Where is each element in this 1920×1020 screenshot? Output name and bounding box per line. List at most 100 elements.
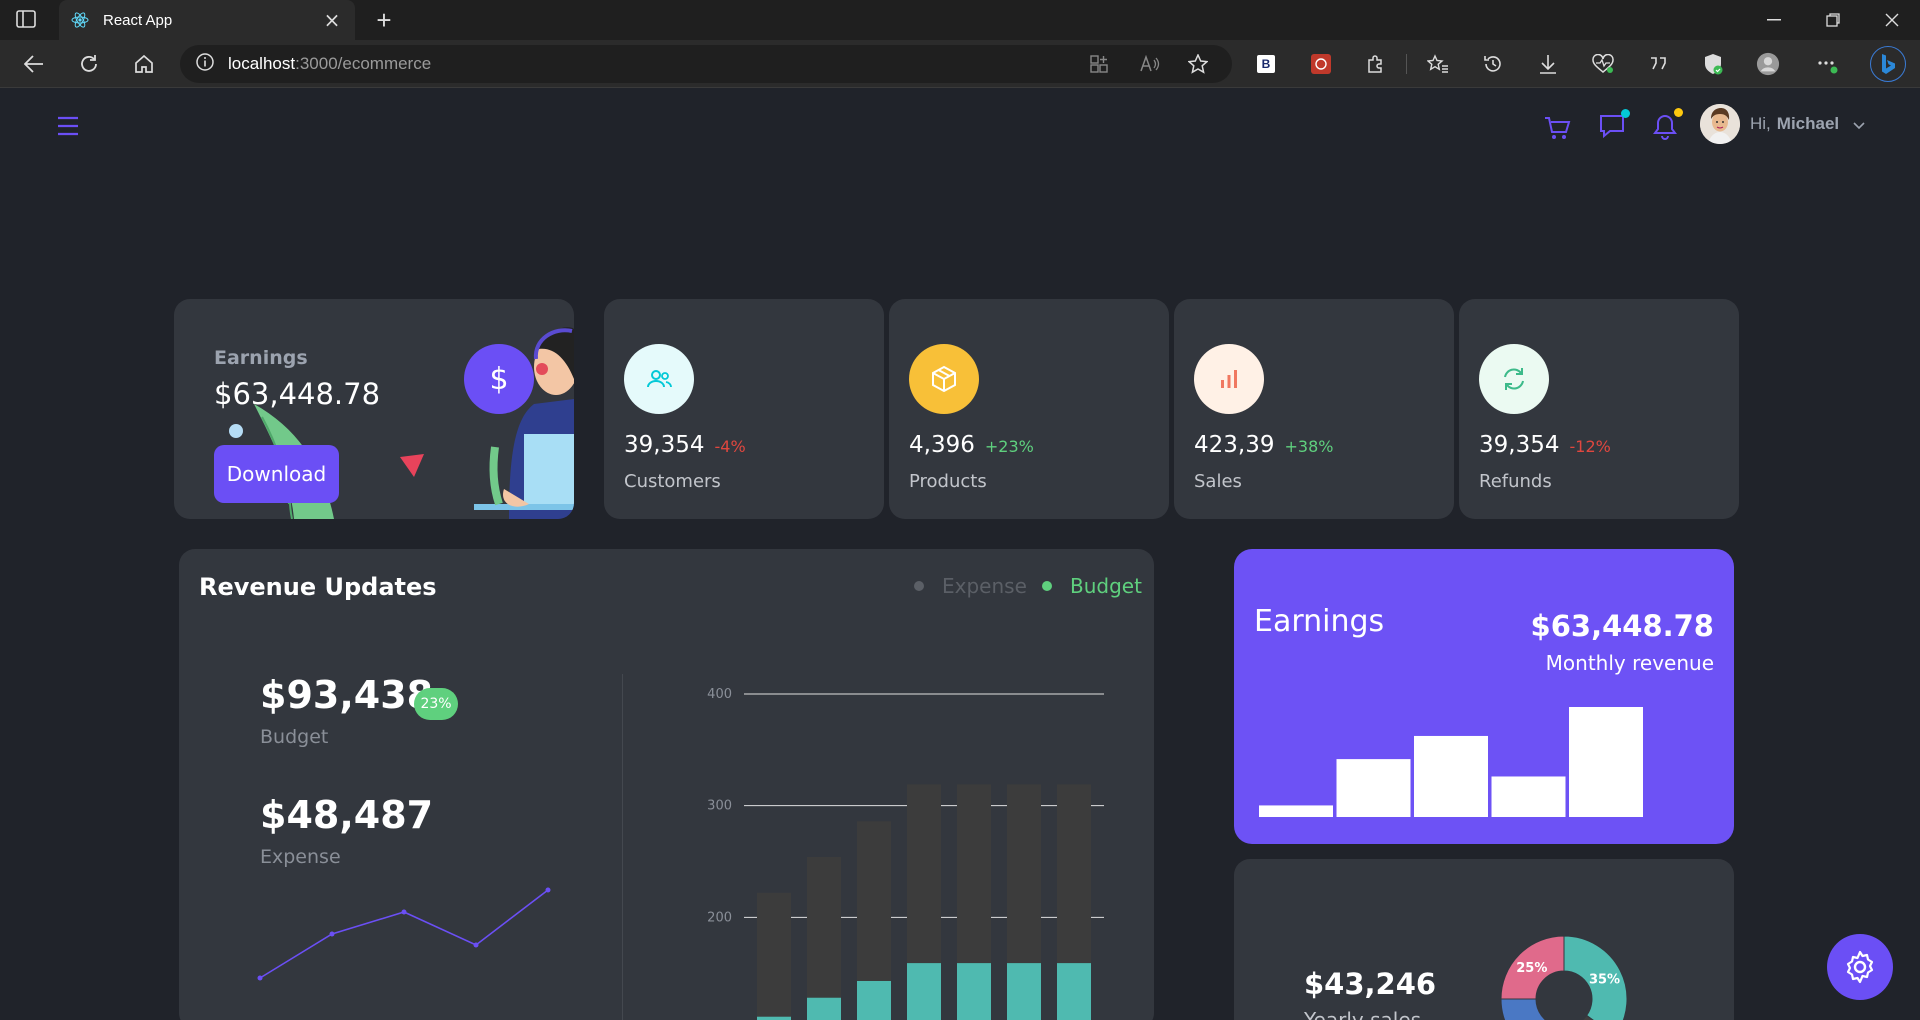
- stat-change: -12%: [1569, 437, 1611, 456]
- greeting-text: Hi,: [1750, 114, 1771, 133]
- tab-close-icon[interactable]: ×: [321, 8, 343, 32]
- earnings-value: $63,448.78: [1530, 609, 1714, 643]
- stat-amount: 4,396 +23%: [909, 432, 1034, 458]
- stat-change: +23%: [984, 437, 1034, 456]
- cart-icon[interactable]: [1543, 108, 1573, 148]
- stat-value: 423,39: [1194, 432, 1275, 458]
- extensions-puzzle-icon[interactable]: [1364, 52, 1388, 76]
- browser-tab[interactable]: React App ×: [59, 0, 355, 40]
- earnings-bar: [1336, 759, 1411, 817]
- user-profile-menu[interactable]: Hi, Michael: [1700, 104, 1865, 144]
- bar-chart-icon: [1194, 344, 1264, 414]
- legend-dot: [1042, 581, 1052, 591]
- dollar-symbol: $: [489, 361, 509, 397]
- restore-icon[interactable]: [1813, 6, 1853, 34]
- history-icon[interactable]: [1481, 52, 1505, 76]
- stat-change: +38%: [1284, 437, 1334, 456]
- tab-title: React App: [103, 11, 173, 29]
- revenue-updates-card: Revenue Updates Expense Budget $93,438 2…: [179, 549, 1154, 1020]
- downloads-icon[interactable]: [1536, 52, 1560, 76]
- avatar: [1700, 104, 1740, 144]
- budget-label: Budget: [260, 726, 329, 748]
- earnings-monthly-chart: [1259, 707, 1643, 817]
- menu-icon[interactable]: [56, 115, 80, 137]
- bar-budget: [957, 963, 991, 1020]
- bell-icon[interactable]: [1652, 108, 1683, 148]
- bar-budget: [857, 980, 891, 1020]
- back-icon[interactable]: [22, 52, 46, 76]
- browser-tabstrip: React App × +: [0, 0, 1920, 40]
- sparkline-point: [257, 975, 263, 981]
- reload-icon[interactable]: [77, 52, 101, 76]
- stat-label: Products: [909, 471, 987, 492]
- vertical-divider: [622, 674, 623, 1020]
- more-options-icon[interactable]: [1816, 52, 1840, 76]
- stat-amount: 39,354 -12%: [1479, 432, 1611, 458]
- yearly-subtitle: Yearly sales: [1304, 1008, 1422, 1020]
- minimize-icon[interactable]: [1754, 6, 1794, 34]
- earnings-title: Earnings: [1254, 604, 1385, 639]
- quote-icon[interactable]: [1646, 52, 1670, 76]
- stat-card-customers: 39,354 -4% Customers: [604, 299, 884, 519]
- earnings-bar: [1569, 707, 1643, 817]
- url-text: localhost:3000/ecommerce: [228, 54, 431, 74]
- copilot-icon[interactable]: [1870, 46, 1906, 82]
- bar-budget: [807, 997, 841, 1020]
- url-path: :3000/ecommerce: [295, 54, 432, 73]
- earnings-bar: [1491, 776, 1566, 817]
- stat-amount: 423,39 +38%: [1194, 432, 1333, 458]
- download-button[interactable]: Download: [214, 445, 339, 503]
- y-tick-label: 200: [707, 910, 732, 925]
- bar-budget: [1057, 963, 1091, 1020]
- sparkline-line: [259, 889, 549, 979]
- revenue-bar-chart: 100200300400: [707, 687, 1104, 1020]
- bar-budget: [907, 963, 941, 1020]
- performance-icon[interactable]: [1591, 52, 1615, 76]
- sparkline-point: [401, 909, 407, 915]
- extension-red-icon[interactable]: [1309, 52, 1333, 76]
- close-window-icon[interactable]: [1872, 6, 1912, 34]
- stat-label: Sales: [1194, 471, 1242, 492]
- stat-value: 4,396: [909, 432, 975, 458]
- earnings-monthly-card: Earnings $63,448.78 Monthly revenue: [1234, 549, 1734, 844]
- profile-icon[interactable]: [1756, 52, 1780, 76]
- site-info-icon[interactable]: [196, 53, 214, 75]
- yearly-sales-card: $43,246 Yearly sales 25% 35%: [1234, 859, 1734, 1020]
- hero-label: Earnings: [214, 347, 308, 369]
- favorite-star-icon[interactable]: [1187, 53, 1209, 78]
- earnings-bar: [1259, 805, 1333, 817]
- new-tab-icon[interactable]: +: [370, 5, 398, 35]
- sparkline-point: [473, 942, 479, 948]
- home-icon[interactable]: [132, 52, 156, 76]
- stat-amount: 39,354 -4%: [624, 432, 746, 458]
- legend-budget[interactable]: Budget: [1042, 574, 1142, 598]
- stat-card-refunds: 39,354 -12% Refunds: [1459, 299, 1739, 519]
- favorites-icon[interactable]: [1426, 52, 1450, 76]
- bar-budget: [1007, 963, 1041, 1020]
- expense-label: Expense: [260, 846, 341, 868]
- address-bar[interactable]: localhost:3000/ecommerce: [180, 45, 1232, 83]
- browser-essentials-icon[interactable]: [1701, 52, 1725, 76]
- yearly-sales-donut: 25% 35%: [1500, 935, 1628, 1020]
- budget-value: $93,438: [260, 673, 434, 717]
- box-icon: [909, 344, 979, 414]
- bing-b-extension-icon[interactable]: B: [1254, 52, 1278, 76]
- settings-button[interactable]: [1827, 934, 1893, 1000]
- stat-card-sales: 423,39 +38% Sales: [1174, 299, 1454, 519]
- stat-label: Customers: [624, 471, 721, 492]
- earnings-hero-card: Earnings $63,448.78 $ Download: [174, 299, 574, 519]
- legend-expense[interactable]: Expense: [914, 574, 1027, 598]
- sparkline-point: [545, 887, 551, 893]
- chat-icon[interactable]: [1598, 108, 1630, 148]
- read-aloud-icon[interactable]: [1140, 54, 1160, 77]
- browser-toolbar: localhost:3000/ecommerce B: [0, 40, 1920, 88]
- tab-actions-icon[interactable]: [16, 10, 38, 30]
- gear-icon: [1846, 950, 1874, 984]
- bell-notification-dot: [1674, 108, 1683, 117]
- chevron-down-icon: [1853, 115, 1865, 134]
- toolbar-divider: [1406, 54, 1407, 74]
- legend-label: Budget: [1070, 574, 1142, 598]
- refresh-icon: [1479, 344, 1549, 414]
- legend-label: Expense: [942, 574, 1027, 598]
- app-view-icon[interactable]: [1090, 55, 1108, 77]
